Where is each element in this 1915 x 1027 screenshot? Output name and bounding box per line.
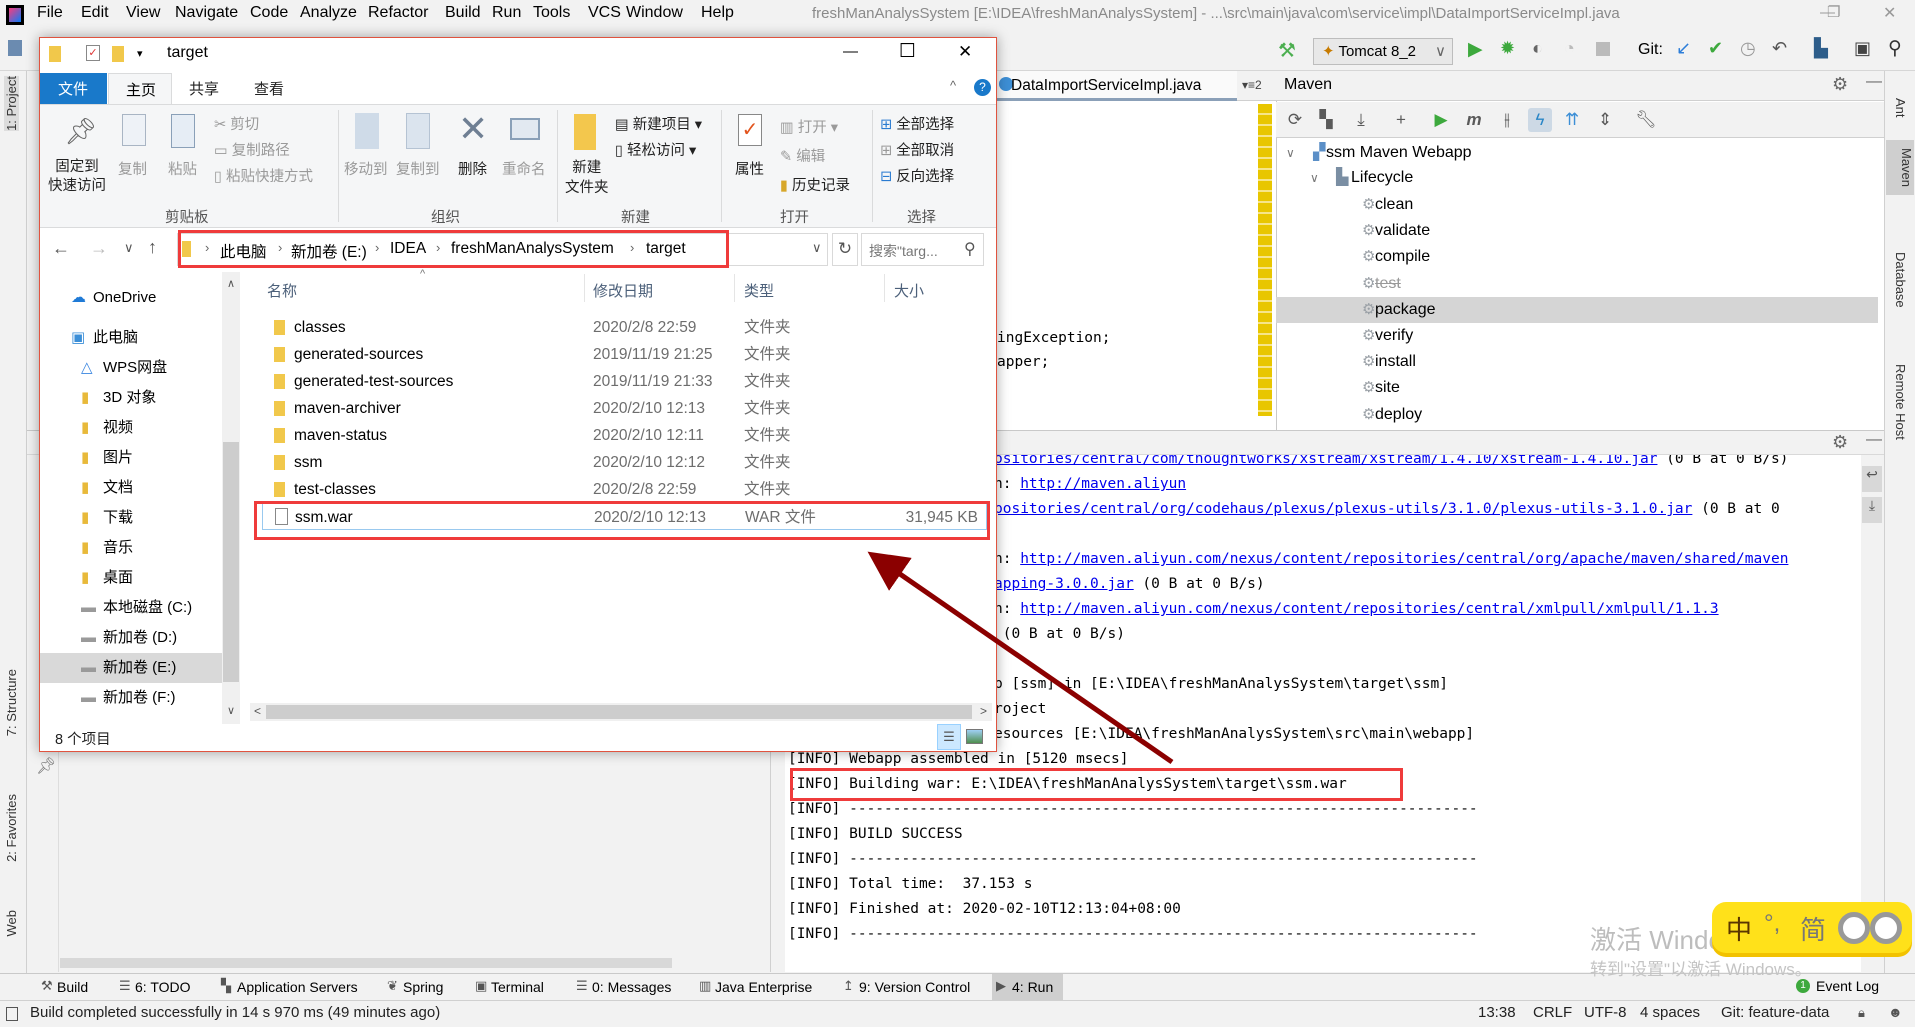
tool-window-label: Build xyxy=(57,979,89,995)
git-branch[interactable]: Git: feature-data xyxy=(1721,1004,1829,1021)
todo-icon: ☰ xyxy=(119,978,131,993)
status-toggle-icon[interactable] xyxy=(6,1007,18,1021)
indent-setting[interactable]: 4 spaces xyxy=(1640,1004,1700,1021)
event-log-badge: 1 xyxy=(1796,979,1810,993)
tool-window-label: Application Servers xyxy=(237,979,358,995)
line-separator[interactable]: CRLF xyxy=(1533,1004,1572,1021)
tool-window-todo[interactable]: ☰ 6: TODO xyxy=(115,974,201,1000)
annotation-arrow xyxy=(867,551,1174,765)
file-encoding[interactable]: UTF-8 xyxy=(1584,1004,1627,1021)
ime-mode[interactable]: 中 xyxy=(1726,910,1752,947)
lock-icon[interactable]: 🔒︎ xyxy=(1858,1005,1865,1021)
arrow-line xyxy=(867,551,1174,765)
tool-window-run[interactable]: ▶ 4: Run xyxy=(992,974,1064,1000)
activation-watermark-subtitle: 转到"设置"以激活 Windows。 xyxy=(1590,960,1812,979)
tool-window-label: 0: Messages xyxy=(592,979,672,995)
inspector-icon[interactable]: ☻ xyxy=(1888,1004,1903,1020)
tool-window-label: 6: TODO xyxy=(135,979,191,995)
spring-icon: ❦ xyxy=(387,978,398,993)
tool-window-label: 9: Version Control xyxy=(859,979,971,995)
terminal-icon: ▣ xyxy=(475,978,488,993)
minion-eye-icon xyxy=(1838,912,1870,944)
run-icon: ▶ xyxy=(996,978,1006,993)
ime-punctuation[interactable]: °, xyxy=(1764,910,1780,938)
tool-window-label: Terminal xyxy=(491,979,544,995)
tool-window-hammer[interactable]: ⚒ Build xyxy=(37,974,98,1000)
status-message: Build completed successfully in 14 s 970… xyxy=(30,1004,441,1021)
event-log-button[interactable]: Event Log xyxy=(1816,978,1879,994)
caret-position[interactable]: 13:38 xyxy=(1478,1004,1516,1021)
tool-window-terminal[interactable]: ▣ Terminal xyxy=(471,974,554,1000)
ime-toolbar[interactable]: 中 °, 简 xyxy=(1712,902,1912,953)
tool-window-app-servers[interactable]: ▚ Application Servers xyxy=(217,974,368,1000)
minion-eye-icon xyxy=(1870,912,1902,944)
java-enterprise-icon: ▥ xyxy=(699,978,712,993)
tool-window-label: 4: Run xyxy=(1012,979,1054,995)
tool-window-spring[interactable]: ❦ Spring xyxy=(383,974,453,1000)
hammer-icon: ⚒ xyxy=(41,978,53,993)
messages-icon: ☰ xyxy=(576,978,588,993)
app-servers-icon: ▚ xyxy=(221,978,231,993)
tool-window-label: Java Enterprise xyxy=(715,979,813,995)
tool-window-version-control[interactable]: ↥ 9: Version Control xyxy=(839,974,980,1000)
tool-window-messages[interactable]: ☰ 0: Messages xyxy=(572,974,681,1000)
version-control-icon: ↥ xyxy=(843,978,854,993)
tool-window-label: Spring xyxy=(403,979,444,995)
tool-window-java-enterprise[interactable]: ▥ Java Enterprise xyxy=(695,974,822,1000)
ime-script[interactable]: 简 xyxy=(1800,910,1826,947)
